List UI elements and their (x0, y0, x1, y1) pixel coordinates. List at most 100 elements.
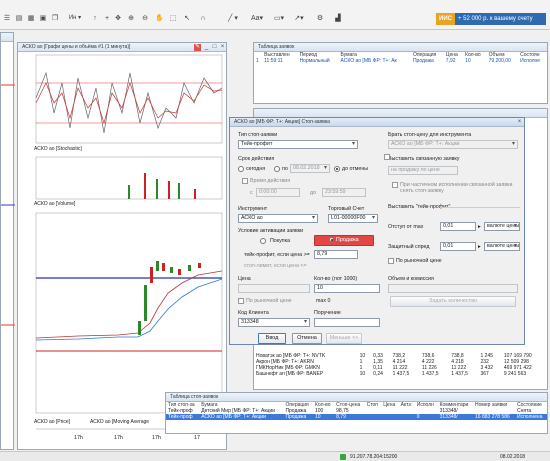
hand-icon[interactable]: ✋ (154, 13, 164, 23)
offset-stepper[interactable]: ▸ (478, 224, 481, 230)
interval-menu[interactable]: Ин ▾ (64, 13, 86, 23)
chart-canvas[interactable] (18, 53, 226, 450)
linked-order-checkbox[interactable] (384, 154, 390, 160)
sell-toggle[interactable]: Продажа (314, 235, 374, 246)
buy-radio[interactable] (260, 238, 266, 244)
open-icon[interactable]: ▤ (14, 13, 24, 23)
price-input[interactable] (238, 284, 310, 293)
max-label: max 0 (316, 298, 331, 304)
spread-stepper[interactable]: ▸ (478, 244, 481, 250)
grid-icon[interactable]: ▦ (26, 13, 36, 23)
until-date-radio[interactable] (274, 166, 280, 172)
market-price-checkbox[interactable] (238, 298, 244, 304)
volume-field (388, 284, 518, 293)
close-icon[interactable]: × (219, 44, 226, 51)
instrument-label: Инструмент (238, 206, 268, 212)
until-label: по (282, 166, 288, 172)
take-price-label: Брать стоп-цену для инструмента (388, 132, 472, 138)
stop-orders-title: Таблица стоп-заявок (166, 393, 547, 402)
take-price-select[interactable]: АСКО ао [МБ ФР: Т+: Акции (388, 140, 518, 149)
chart-icon[interactable]: ▟ (332, 13, 344, 23)
spread-label: Защитный спред (388, 244, 430, 250)
shape-tool-icon[interactable]: ▭▾ (272, 13, 286, 23)
offset-unit-select[interactable]: валюте цены (484, 222, 520, 231)
time-to-label: до (310, 190, 317, 196)
left-panel-chart (1, 84, 15, 326)
less-button[interactable]: Меньше << (326, 333, 362, 344)
today-label: сегодня (246, 166, 266, 172)
submit-button[interactable]: Ввод (258, 333, 286, 344)
time-label: 17h (152, 435, 161, 441)
qty-input[interactable]: 10 (314, 284, 380, 293)
arrow-up-icon[interactable]: ↑ (90, 13, 100, 23)
line-tool-icon[interactable]: ╱ ▾ (226, 13, 240, 23)
volume-label: Объем и комиссия (388, 276, 434, 282)
volume-legend: АСКО ао [Volume] (34, 201, 76, 207)
activation-label: Условие активации заявки (238, 228, 304, 234)
connection-icon (340, 454, 346, 460)
table-row[interactable]: Башнефт ап [МБ ФР: BANEP 10 0,24 1 437,5 1 4… (254, 371, 547, 377)
linked-price-input[interactable]: на продажу по цене (388, 166, 458, 175)
arrow-tool-icon[interactable]: ↗▾ (292, 13, 306, 23)
tp-market-label: По рыночной цене (396, 258, 442, 264)
stop-orders-table: Тип стоп-за Бумага Операция Кол-во Стоп-… (166, 402, 547, 420)
dialog-title: АСКО ао [МБ ФР: Т+: Акции] Стоп-заявка × (230, 118, 524, 127)
maximize-icon[interactable]: □ (211, 44, 218, 51)
cursor-icon[interactable]: ↖ (182, 13, 192, 23)
account-select[interactable]: L01-00000F00 (328, 214, 378, 223)
tp-market-checkbox[interactable] (388, 258, 394, 264)
magnet-icon[interactable]: ∩ (198, 13, 208, 23)
comment-input[interactable] (314, 318, 380, 327)
instrument-select[interactable]: АСКО ао (238, 214, 318, 223)
account-label: Торговый Счет (328, 206, 365, 212)
time-checkbox[interactable] (242, 178, 248, 184)
print-icon[interactable]: ▣ (38, 13, 48, 23)
copy-icon[interactable]: ❐ (50, 13, 60, 23)
time-to-field[interactable]: 23:59:59 (322, 188, 366, 197)
type-label: Тип стоп-заявки (238, 132, 278, 138)
until-date-field[interactable]: 08.02.2018 (290, 164, 330, 173)
cross-icon[interactable]: + (102, 13, 112, 23)
spread-input[interactable]: 0,01 (440, 242, 476, 251)
time-label: 17h (114, 435, 123, 441)
validity-label: Срок действия (238, 156, 275, 162)
pin-icon[interactable]: ✎ (194, 44, 201, 51)
stoplimit-label: стоп-лимит, если цена <= (244, 263, 307, 269)
deals-window: Таблица заявок Выставлен Период Бумага О… (253, 42, 548, 104)
takeprofit-price-input[interactable]: 8,79 (314, 250, 358, 259)
until-cancel-radio[interactable] (334, 166, 340, 172)
market-price-label: По рыночной цене (246, 298, 292, 304)
text-tool-button[interactable]: Aa▾ (248, 13, 266, 23)
time-label: 17h (74, 435, 83, 441)
time-label: Время действия (250, 178, 291, 184)
zoom-in-icon[interactable]: ⊕ (126, 13, 136, 23)
stoch-legend: АСКО ао [Stochastic] (34, 146, 82, 152)
table-row[interactable]: 1 11:59:11 Нормальный АСКО ао [МБ ФР: Т+… (254, 58, 547, 64)
promo-banner[interactable]: ИИС + 52 000 р. к вашему счету (436, 13, 546, 25)
close-icon[interactable]: × (516, 119, 523, 126)
move-icon[interactable]: ✥ (113, 13, 123, 23)
offset-input[interactable]: 0,01 (440, 222, 476, 231)
main-toolbar: ☰ ▤ ▦ ▣ ❐ Ин ▾ ↑ + ✥ ⊕ ⊖ ✋ ⬚ ↖ ∩ ╱ ▾ Aa▾… (0, 0, 550, 30)
settings-icon[interactable]: ⚙ (314, 13, 326, 23)
buy-label: Покупка (270, 238, 291, 244)
partial-checkbox[interactable] (392, 182, 398, 188)
cancel-button[interactable]: Отмена (292, 333, 322, 344)
spread-unit-select[interactable]: валюте цены (484, 242, 520, 251)
until-cancel-label: до отмены (342, 166, 369, 172)
status-date: 08.02.2018 (500, 454, 526, 460)
price-legend: АСКО ао [Price] (34, 419, 71, 425)
minimize-icon[interactable]: _ (203, 44, 210, 51)
takeprofit-label: тейк-профит, если цена >= (244, 252, 310, 258)
time-from-field[interactable]: 0:00:00 (256, 188, 300, 197)
select-icon[interactable]: ⬚ (168, 13, 178, 23)
time-label: 17 (194, 435, 200, 441)
zoom-out-icon[interactable]: ⊖ (140, 13, 150, 23)
set-qty-button[interactable]: Задать количество (390, 296, 516, 307)
client-select[interactable]: 313348 (238, 318, 310, 327)
status-bar: 91.207.78.204:15200 08.02.2018 (0, 451, 550, 461)
table-row-selected[interactable]: Тейк-проф АСКО ао [МБ ФР: Т+: Акции Продаж… (166, 414, 547, 420)
today-radio[interactable] (238, 166, 244, 172)
order-type-select[interactable]: Тейк-профит (238, 140, 358, 149)
list-icon[interactable]: ☰ (2, 13, 12, 23)
